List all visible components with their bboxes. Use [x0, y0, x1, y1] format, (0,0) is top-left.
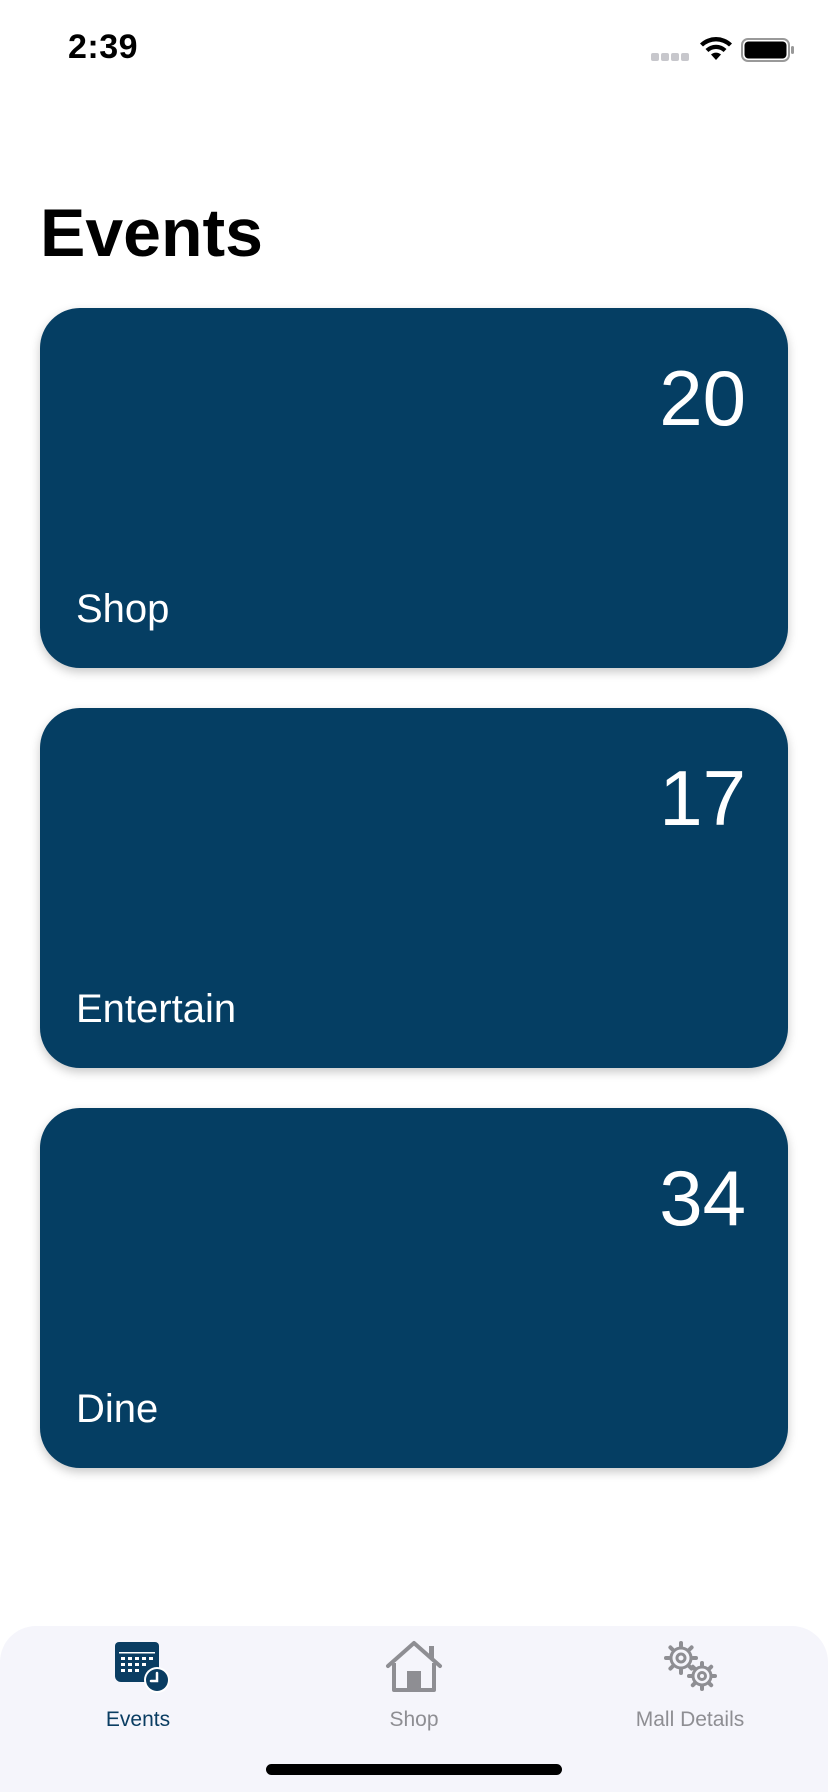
- status-bar: 2:39: [0, 0, 828, 100]
- category-card-shop[interactable]: 20 Shop: [40, 308, 788, 668]
- category-card-dine[interactable]: 34 Dine: [40, 1108, 788, 1468]
- card-count: 34: [659, 1154, 746, 1242]
- cellular-signal-icon: [651, 53, 689, 61]
- tab-mall-details[interactable]: Mall Details: [552, 1626, 828, 1746]
- category-card-list: 20 Shop 17 Entertain 34 Dine: [40, 308, 788, 1508]
- page-title: Events: [40, 195, 263, 271]
- battery-icon: [741, 38, 794, 62]
- tab-shop[interactable]: Shop: [276, 1626, 552, 1746]
- card-count: 20: [659, 354, 746, 442]
- app-screen: 2:39 Events 20 Shop 17 Entertain 34 Dine…: [0, 0, 828, 1792]
- tab-label: Events: [105, 1708, 171, 1731]
- card-label: Dine: [76, 1387, 159, 1431]
- wifi-icon: [700, 37, 732, 60]
- home-indicator: [266, 1764, 562, 1775]
- calendar-clock-icon: [115, 1642, 170, 1693]
- status-time: 2:39: [68, 28, 139, 66]
- gears-icon: [664, 1641, 717, 1691]
- card-label: Entertain: [76, 987, 237, 1031]
- tab-label: Shop: [389, 1708, 439, 1731]
- category-card-entertain[interactable]: 17 Entertain: [40, 708, 788, 1068]
- card-label: Shop: [76, 587, 170, 631]
- tab-events[interactable]: Events: [0, 1626, 276, 1746]
- card-count: 17: [659, 754, 746, 842]
- house-icon: [386, 1641, 442, 1692]
- tab-label: Mall Details: [635, 1708, 745, 1731]
